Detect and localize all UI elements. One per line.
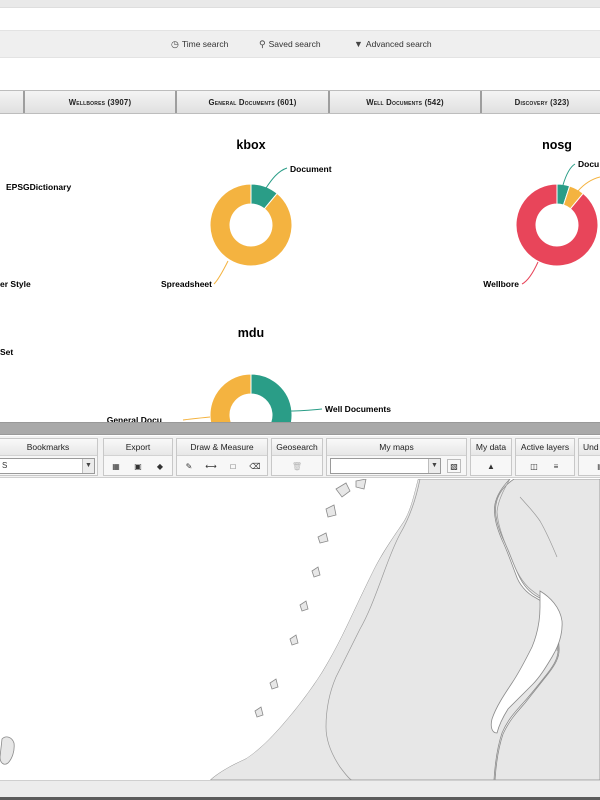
chart-svg: EPSGDictionary er Style Set kbox Document… xyxy=(0,138,600,422)
draw-measure-title: Draw & Measure xyxy=(177,439,267,456)
active-layers-group: Active layers ◫ ≡ xyxy=(515,438,575,476)
pencil-icon[interactable]: ✎ xyxy=(182,460,196,474)
draw-measure-group: Draw & Measure ✎ ⟷ □ ⌫ xyxy=(176,438,268,476)
tab-wellbores[interactable]: Wellbores (3907) xyxy=(24,91,176,113)
tab-wellbores-label: Wellbores (3907) xyxy=(68,97,132,107)
bookmarks-title: Bookmarks xyxy=(0,439,97,456)
export-title: Export xyxy=(104,439,172,456)
left-label-style: er Style xyxy=(0,279,31,289)
trash-icon[interactable]: 🗑 xyxy=(290,460,304,474)
advanced-search-label: Advanced search xyxy=(365,39,432,49)
export-image-icon[interactable]: ▦ xyxy=(109,460,123,474)
chart-nosg-label-2: Wellbore xyxy=(483,279,519,289)
chart-nosg-leader-0 xyxy=(562,163,576,186)
time-search-label: Time search xyxy=(181,39,229,49)
clock-icon: ◷ xyxy=(171,39,179,49)
chart-kbox-label-0: Document xyxy=(290,164,332,174)
chart-nosg-leader-2 xyxy=(521,261,539,285)
chart-kbox-title: kbox xyxy=(236,138,265,152)
map-toolbar: Bookmarks S ▼ Export ▦ ▣ ◆ Draw & Measure… xyxy=(0,436,600,478)
rectangle-icon[interactable]: □ xyxy=(226,460,240,474)
measure-icon[interactable]: ⟷ xyxy=(204,460,218,474)
chart-kbox-slice-1[interactable] xyxy=(209,183,293,267)
list-icon[interactable]: ≡ xyxy=(549,460,563,474)
chart-mdu: mdu Well Documents General Docu xyxy=(107,326,391,422)
my-maps-title: My maps xyxy=(327,439,466,456)
bookmarks-group: Bookmarks S ▼ xyxy=(0,438,98,476)
land-masses xyxy=(0,479,600,780)
geosearch-title: Geosearch xyxy=(272,439,322,456)
my-data-title: My data xyxy=(471,439,511,456)
map-svg xyxy=(0,479,600,780)
chart-mdu-label-0: Well Documents xyxy=(325,404,391,414)
chart-kbox-leader-0 xyxy=(265,167,288,189)
tab-discovery[interactable]: Discovery (323) xyxy=(481,91,600,113)
tab-general-documents[interactable]: General Documents (601) xyxy=(176,91,329,113)
geosearch-group: Geosearch 🗑 xyxy=(271,438,323,476)
chart-mdu-label-1: General Docu xyxy=(107,415,162,422)
tab-discovery-label: Discovery (323) xyxy=(514,97,570,107)
chart-mdu-leader-0 xyxy=(289,408,323,412)
chart-nosg-leader-1 xyxy=(577,176,600,192)
chevron-down-icon: ▼ xyxy=(82,459,94,473)
tab-general-documents-label: General Documents (601) xyxy=(208,97,297,107)
export-picture-icon[interactable]: ▣ xyxy=(131,460,145,474)
save-icon[interactable]: ▧ xyxy=(447,459,461,473)
eraser-icon[interactable]: ⌫ xyxy=(248,460,262,474)
tab-previous[interactable] xyxy=(0,91,24,113)
bookmarks-select-value: S xyxy=(2,461,8,470)
time-search-link[interactable]: ◷ Time search xyxy=(171,39,228,50)
undo-group: Und ▤ xyxy=(578,438,600,476)
chart-mdu-slice-1[interactable] xyxy=(209,373,259,422)
panel-splitter[interactable] xyxy=(0,422,600,435)
active-layers-title: Active layers xyxy=(516,439,574,456)
tab-well-documents-label: Well Documents (542) xyxy=(366,97,444,107)
left-label-epsg: EPSGDictionary xyxy=(6,182,71,192)
left-label-set: Set xyxy=(0,347,13,357)
chart-kbox-leader-1 xyxy=(213,260,229,285)
undo-title: Und xyxy=(579,439,600,456)
tab-well-documents[interactable]: Well Documents (542) xyxy=(329,91,481,113)
filter-icon: ▼ xyxy=(354,39,363,49)
export-group: Export ▦ ▣ ◆ xyxy=(103,438,173,476)
chart-mdu-leader-1 xyxy=(182,416,211,421)
chart-nosg-slice-2[interactable] xyxy=(515,183,599,267)
chart-nosg-label-0: Docu xyxy=(578,159,599,169)
chevron-down-icon: ▼ xyxy=(428,459,440,473)
advanced-search-link[interactable]: ▼ Advanced search xyxy=(354,39,432,49)
result-tabs: Wellbores (3907) General Documents (601)… xyxy=(0,90,600,114)
chart-kbox: kbox Document Spreadsheet xyxy=(161,138,332,289)
my-maps-group: My maps ▼ ▧ xyxy=(326,438,467,476)
map-view[interactable] xyxy=(0,479,600,780)
my-data-group: My data ▲ xyxy=(470,438,512,476)
search-icon: ⚲ xyxy=(259,39,266,49)
status-bar xyxy=(0,780,600,797)
bookmarks-select[interactable]: S ▼ xyxy=(0,458,95,474)
export-3d-icon[interactable]: ◆ xyxy=(153,460,167,474)
hierarchy-icon[interactable]: ▲ xyxy=(484,460,498,474)
chart-nosg-title: nosg xyxy=(542,138,572,152)
chart-kbox-label-1: Spreadsheet xyxy=(161,279,212,289)
saved-search-link[interactable]: ⚲ Saved search xyxy=(259,39,321,50)
saved-search-label: Saved search xyxy=(268,39,321,49)
my-maps-select[interactable]: ▼ xyxy=(330,458,441,474)
top-strip xyxy=(0,0,600,8)
search-bar: ◷ Time search ⚲ Saved search ▼ Advanced sea… xyxy=(0,30,600,58)
chart-area: EPSGDictionary er Style Set kbox Document… xyxy=(0,115,600,422)
map-icon[interactable]: ◫ xyxy=(527,460,541,474)
chart-mdu-slice-0[interactable] xyxy=(250,373,293,422)
chart-mdu-title: mdu xyxy=(238,326,264,340)
chart-nosg: nosg Docu Wellbore xyxy=(483,138,600,289)
undo-icon[interactable]: ▤ xyxy=(595,460,600,474)
